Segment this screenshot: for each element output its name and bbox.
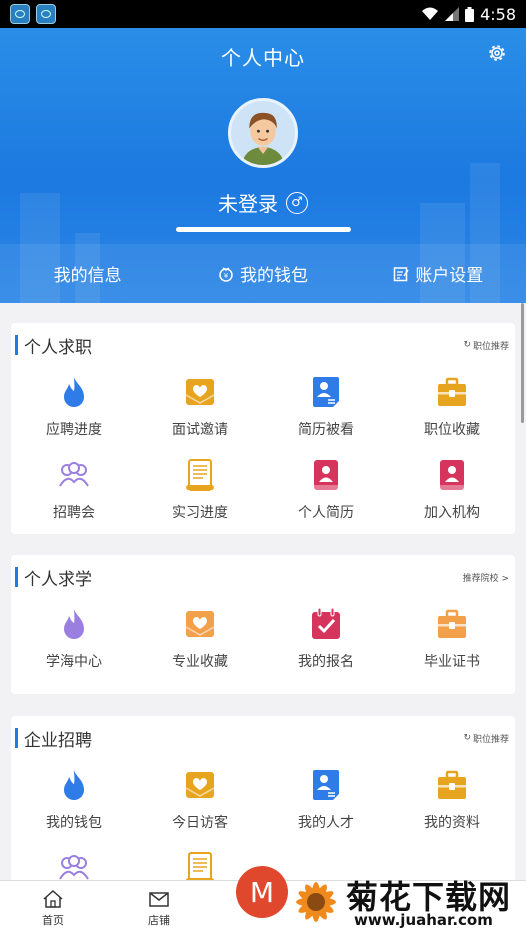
scroll-icon [186, 459, 214, 491]
tab-home-label: 首页 [42, 913, 64, 927]
notification-app-icon [10, 4, 30, 24]
wallet-icon: ¥ [219, 266, 233, 282]
flame-icon [64, 609, 84, 639]
grid-item[interactable]: 专业收藏 [137, 599, 263, 682]
tab-home[interactable]: 首页 [0, 881, 106, 935]
status-bar: 4:58 [0, 0, 526, 28]
tab-shop-label: 店铺 [148, 913, 170, 927]
grid-item-label: 实习进度 [172, 505, 228, 521]
nav-account-settings[interactable]: 账户设置 [351, 244, 526, 303]
grid-item-label: 我的报名 [298, 654, 354, 670]
grid-item-label: 我的人才 [298, 815, 354, 831]
section-study: 个人求学 推荐院校 > 学海中心 专业收藏 我的报名 毕业证书 [11, 555, 515, 694]
grid-item-label: 我的资料 [424, 815, 480, 831]
grid-item[interactable]: 我的资料 [389, 760, 515, 843]
grid-item-label: 招聘会 [53, 505, 95, 521]
gender-male-icon: ♂ [286, 191, 308, 214]
profile-book-icon [314, 460, 338, 490]
grid-item[interactable]: 今日访客 [137, 760, 263, 843]
edit-icon [394, 266, 409, 281]
grid-item-label: 简历被看 [298, 422, 354, 438]
flower-icon [296, 882, 336, 922]
gear-icon[interactable] [486, 42, 508, 64]
more-link-label: 职位推荐 [472, 734, 509, 745]
grid-item-label: 我的钱包 [46, 815, 102, 831]
flame-icon [64, 770, 84, 800]
grid-item[interactable]: 我的报名 [263, 599, 389, 682]
heart-letter-icon [185, 772, 215, 798]
grid-item-label: 应聘进度 [46, 422, 102, 438]
briefcase-icon [438, 770, 466, 799]
briefcase-icon [438, 609, 466, 638]
grid-item[interactable]: 面试邀请 [137, 367, 263, 450]
heart-letter-icon [185, 379, 215, 405]
grid-item-label: 面试邀请 [172, 422, 228, 438]
avatar[interactable] [228, 98, 298, 168]
resume-card-icon [313, 377, 339, 407]
username-label: 未登录 [218, 192, 278, 216]
section-title: 个人求职 [15, 333, 92, 358]
profile-header: 个人中心 未登录 ♂ 我的信息 ¥ 我的钱包 账户设置 [0, 28, 526, 303]
status-time: 4:58 [480, 4, 516, 24]
grid-item[interactable]: 职位收藏 [389, 367, 515, 450]
grid-item-label: 学海中心 [46, 654, 102, 670]
nav-my-info-label: 我的信息 [53, 266, 122, 286]
profile-book-icon [440, 460, 464, 490]
grid-item[interactable]: 毕业证书 [389, 599, 515, 682]
home-icon [43, 889, 63, 908]
refresh-icon: ↻ [463, 340, 471, 350]
heart-letter-icon [185, 611, 215, 637]
username-underline [176, 227, 351, 232]
nav-my-wallet[interactable]: ¥ 我的钱包 [175, 244, 350, 303]
grid-item-label: 专业收藏 [172, 654, 228, 670]
grid-item[interactable]: 个人简历 [263, 450, 389, 533]
section-title: 个人求学 [15, 565, 92, 590]
flame-icon [64, 377, 84, 407]
avatar-person-icon [241, 112, 285, 165]
scrollbar[interactable] [521, 303, 524, 423]
calendar-check-icon [312, 607, 340, 639]
header-nav: 我的信息 ¥ 我的钱包 账户设置 [0, 244, 526, 303]
section-title: 企业招聘 [15, 726, 92, 751]
watermark-logo: M 菊花下载网 www.juahar.com [236, 864, 526, 935]
grid-item-label: 职位收藏 [424, 422, 480, 438]
more-link-label: 职位推荐 [472, 341, 509, 352]
mail-icon [149, 891, 169, 907]
grid-item-label: 加入机构 [424, 505, 480, 521]
grid-item[interactable]: 简历被看 [263, 367, 389, 450]
watermark-badge: M [236, 866, 288, 918]
more-link-label: 推荐院校 > [462, 573, 509, 584]
tab-shop[interactable]: 店铺 [106, 881, 212, 935]
grid-item[interactable]: 实习进度 [137, 450, 263, 533]
grid-item[interactable]: 应聘进度 [11, 367, 137, 450]
page-title: 个人中心 [221, 46, 305, 70]
nav-my-info[interactable]: 我的信息 [0, 244, 175, 303]
briefcase-icon [438, 377, 466, 406]
wifi-icon [422, 7, 439, 20]
grid-item[interactable]: 我的人才 [263, 760, 389, 843]
svg-text:¥: ¥ [224, 272, 229, 280]
group-icon [59, 462, 89, 487]
grid-item[interactable]: 招聘会 [11, 450, 137, 533]
watermark-url: www.juahar.com [354, 911, 493, 929]
refresh-icon: ↻ [463, 733, 471, 743]
grid-item-label: 个人简历 [298, 505, 354, 521]
grid-item[interactable]: 学海中心 [11, 599, 137, 682]
resume-card-icon [313, 770, 339, 800]
login-status-row[interactable]: 未登录 ♂ [0, 188, 526, 217]
grid-item[interactable]: 加入机构 [389, 450, 515, 533]
grid-item-label: 今日访客 [172, 815, 228, 831]
grid-item-label: 毕业证书 [424, 654, 480, 670]
battery-icon [465, 6, 475, 22]
nav-my-wallet-label: 我的钱包 [239, 266, 308, 286]
nav-account-settings-label: 账户设置 [415, 266, 484, 286]
grid-item[interactable]: 我的钱包 [11, 760, 137, 843]
notification-app-icon [36, 4, 56, 24]
section-job-seeking: 个人求职 ↻ 职位推荐 应聘进度 面试邀请 简历被看 职位收藏招聘会 实习进度 个人简历 加入… [11, 323, 515, 534]
job-recommend-link[interactable]: ↻ 职位推荐 [463, 732, 509, 745]
job-recommend-link[interactable]: ↻ 职位推荐 [463, 339, 509, 352]
signal-icon [445, 7, 460, 21]
school-recommend-link[interactable]: 推荐院校 > [463, 571, 509, 584]
